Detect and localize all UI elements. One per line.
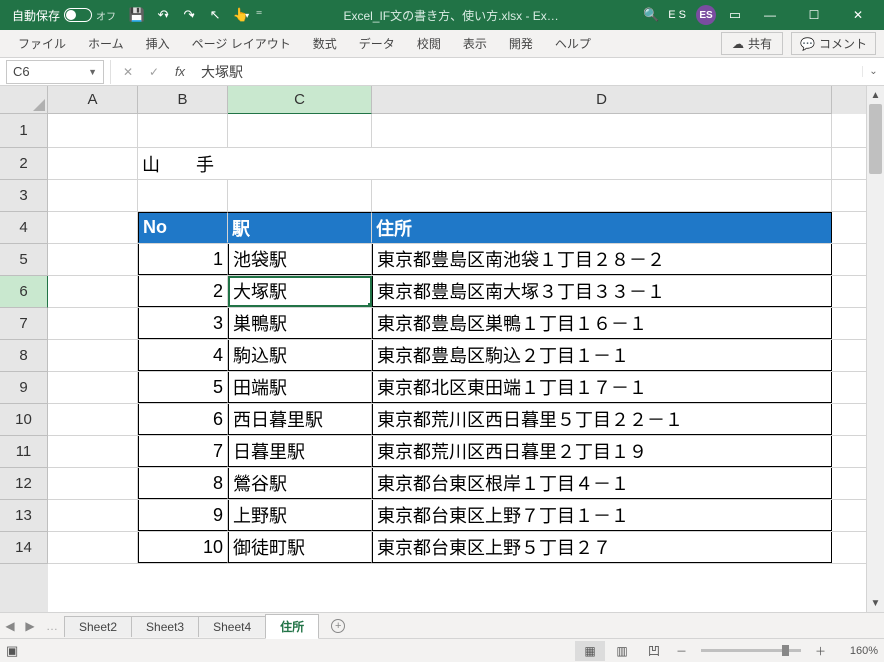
column-headers[interactable]: A B C D xyxy=(48,86,866,114)
qat-overflow-icon[interactable]: ⁼ xyxy=(254,0,264,30)
tab-formulas[interactable]: 数式 xyxy=(303,31,347,56)
slider-thumb[interactable] xyxy=(782,645,789,656)
undo-icon[interactable]: ↶▾ xyxy=(150,0,176,30)
window-title: Excel_IF文の書き方、使い方.xlsx - Ex… xyxy=(264,7,638,24)
scroll-up-icon[interactable]: ▲ xyxy=(867,86,884,104)
formula-input[interactable]: 大塚駅 xyxy=(193,62,862,82)
sheet-tab[interactable]: Sheet3 xyxy=(131,616,199,637)
tab-review[interactable]: 校閲 xyxy=(407,31,451,56)
th-station: 駅 xyxy=(228,212,372,243)
ribbon-tabs: ファイル ホーム 挿入 ページ レイアウト 数式 データ 校閲 表示 開発 ヘル… xyxy=(0,30,884,58)
selected-cell[interactable]: 大塚駅 xyxy=(228,276,372,307)
col-B[interactable]: B xyxy=(138,86,228,114)
row-1[interactable]: 1 xyxy=(0,114,48,148)
share-icon: ☁ xyxy=(732,37,744,51)
row-3[interactable]: 3 xyxy=(0,180,48,212)
pagebreak-view-icon[interactable]: 凹 xyxy=(639,641,669,661)
scroll-down-icon[interactable]: ▼ xyxy=(867,594,884,612)
row-4[interactable]: 4 xyxy=(0,212,48,244)
sheet-title: 山 手 線 の 駅 一 覧 xyxy=(138,148,228,179)
fx-icon[interactable]: fx xyxy=(167,60,193,84)
tab-view[interactable]: 表示 xyxy=(453,31,497,56)
row-10[interactable]: 10 xyxy=(0,404,48,436)
save-icon[interactable]: 💾 xyxy=(124,0,150,30)
row-12[interactable]: 12 xyxy=(0,468,48,500)
autosave-label: 自動保存 xyxy=(12,7,60,24)
select-all-corner[interactable] xyxy=(0,86,48,114)
pointer-icon[interactable]: ↖ xyxy=(202,0,228,30)
row-7[interactable]: 7 xyxy=(0,308,48,340)
minimize-button[interactable]: — xyxy=(748,0,792,30)
expand-formula-icon[interactable]: ⌄ xyxy=(862,66,884,77)
maximize-button[interactable]: ☐ xyxy=(792,0,836,30)
pagelayout-view-icon[interactable]: ▥ xyxy=(607,641,637,661)
share-button[interactable]: ☁共有 xyxy=(721,32,783,55)
row-11[interactable]: 11 xyxy=(0,436,48,468)
zoom-out-icon[interactable]: － xyxy=(670,643,693,659)
autosave-toggle[interactable]: 自動保存 オフ xyxy=(4,7,124,24)
row-5[interactable]: 5 xyxy=(0,244,48,276)
cells[interactable]: 山 手 線 の 駅 一 覧 No駅住所 1池袋駅東京都豊島区南池袋１丁目２８－２… xyxy=(48,114,866,612)
col-A[interactable]: A xyxy=(48,86,138,114)
new-sheet-button[interactable]: + xyxy=(326,614,350,638)
comment-icon: 💬 xyxy=(800,37,815,51)
enter-formula-icon[interactable]: ✓ xyxy=(141,60,167,84)
search-icon[interactable]: 🔍 xyxy=(638,0,664,30)
th-no: No xyxy=(138,212,228,243)
normal-view-icon[interactable]: ▦ xyxy=(575,641,605,661)
tabs-prev-icon[interactable]: ◀ xyxy=(0,619,20,633)
col-D[interactable]: D xyxy=(372,86,832,114)
chevron-down-icon: ▼ xyxy=(88,67,97,77)
name-box[interactable]: C6 ▼ xyxy=(6,60,104,84)
row-13[interactable]: 13 xyxy=(0,500,48,532)
user-avatar[interactable]: ES xyxy=(696,5,716,25)
autosave-state: オフ xyxy=(96,8,116,23)
toggle-off-icon xyxy=(64,8,92,22)
close-button[interactable]: ✕ xyxy=(836,0,880,30)
th-address: 住所 xyxy=(372,212,832,243)
formula-bar: C6 ▼ ✕ ✓ fx 大塚駅 ⌄ xyxy=(0,58,884,86)
grid[interactable]: A B C D 1 2 3 4 5 6 7 8 9 10 11 12 13 14… xyxy=(0,86,866,612)
tabs-next-icon[interactable]: ▶ xyxy=(20,619,40,633)
sheet-tab[interactable]: Sheet4 xyxy=(198,616,266,637)
row-14[interactable]: 14 xyxy=(0,532,48,564)
tab-file[interactable]: ファイル xyxy=(8,31,76,56)
zoom-slider[interactable] xyxy=(701,649,801,652)
sheet-tab[interactable]: Sheet2 xyxy=(64,616,132,637)
tab-data[interactable]: データ xyxy=(349,31,405,56)
zoom-level[interactable]: 160% xyxy=(832,645,878,657)
tab-pagelayout[interactable]: ページ レイアウト xyxy=(182,31,301,56)
ribbon-display-icon[interactable]: ▭ xyxy=(722,0,748,30)
scroll-thumb[interactable] xyxy=(869,104,882,174)
comment-button[interactable]: 💬コメント xyxy=(791,32,876,55)
tab-insert[interactable]: 挿入 xyxy=(136,31,180,56)
title-bar: 自動保存 オフ 💾 ↶▾ ↷▾ ↖ 👆▾ ⁼ Excel_IF文の書き方、使い方… xyxy=(0,0,884,30)
row-8[interactable]: 8 xyxy=(0,340,48,372)
col-C[interactable]: C xyxy=(228,86,372,114)
sheet-area: A B C D 1 2 3 4 5 6 7 8 9 10 11 12 13 14… xyxy=(0,86,884,612)
sheet-tabs-bar: ◀ ▶ … Sheet2 Sheet3 Sheet4 住所 + xyxy=(0,612,884,638)
plus-icon: + xyxy=(331,619,345,633)
sheet-tab-active[interactable]: 住所 xyxy=(265,614,319,639)
status-bar: ▣ ▦ ▥ 凹 － ＋ 160% xyxy=(0,638,884,662)
record-macro-icon[interactable]: ▣ xyxy=(6,643,18,659)
row-6[interactable]: 6 xyxy=(0,276,48,308)
touch-icon[interactable]: 👆▾ xyxy=(228,0,254,30)
tab-developer[interactable]: 開発 xyxy=(499,31,543,56)
user-initials: E S xyxy=(664,9,690,21)
row-2[interactable]: 2 xyxy=(0,148,48,180)
zoom-in-icon[interactable]: ＋ xyxy=(809,643,832,659)
cancel-formula-icon[interactable]: ✕ xyxy=(115,60,141,84)
vertical-scrollbar[interactable]: ▲ ▼ xyxy=(866,86,884,612)
row-headers[interactable]: 1 2 3 4 5 6 7 8 9 10 11 12 13 14 xyxy=(0,114,48,612)
redo-icon[interactable]: ↷▾ xyxy=(176,0,202,30)
tab-home[interactable]: ホーム xyxy=(78,31,134,56)
row-9[interactable]: 9 xyxy=(0,372,48,404)
tab-help[interactable]: ヘルプ xyxy=(545,31,601,56)
